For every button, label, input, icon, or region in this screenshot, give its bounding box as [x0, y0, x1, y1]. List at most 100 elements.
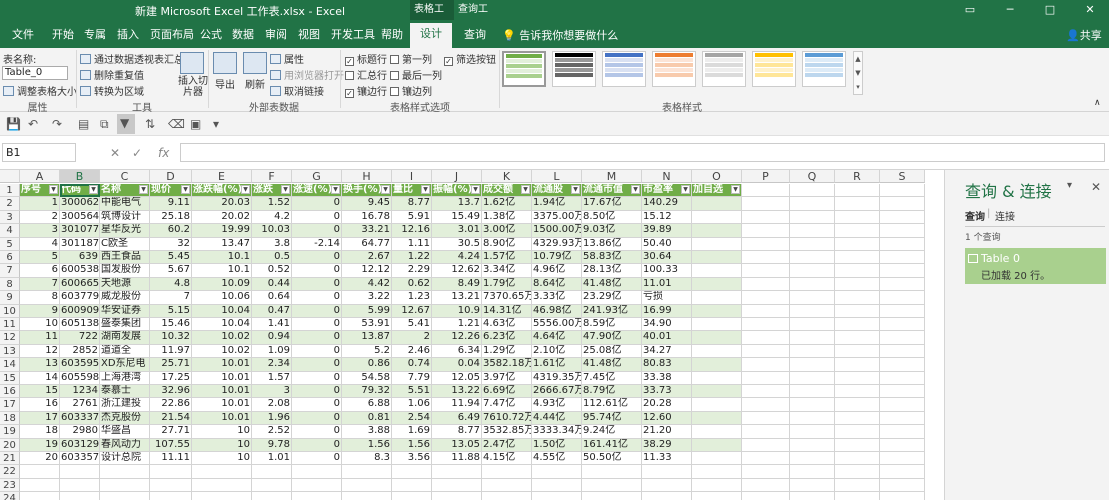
table-header-cell[interactable]: 振幅(%) ▼ — [432, 184, 482, 198]
table-cell[interactable]: 上海港湾 — [100, 371, 150, 385]
table-cell[interactable]: 46.98亿 — [532, 304, 582, 318]
table-cell[interactable]: 10.06 — [192, 291, 252, 305]
export-button[interactable]: 导出 — [215, 76, 235, 91]
empty-cell[interactable] — [392, 465, 432, 479]
table-cell[interactable]: 41.48亿 — [582, 358, 642, 372]
empty-cell[interactable] — [60, 478, 100, 493]
table-cell[interactable]: C欧圣 — [100, 237, 150, 251]
table-cell[interactable]: 0.04 — [432, 358, 482, 372]
table-cell[interactable]: 1.38亿 — [482, 210, 532, 225]
table-cell[interactable]: 34.90 — [642, 318, 692, 332]
filter-dropdown-icon[interactable]: ▼ — [571, 185, 580, 194]
empty-cell[interactable] — [292, 465, 342, 479]
tab-developer[interactable]: 开发工具 — [331, 26, 375, 44]
empty-cell[interactable] — [642, 478, 692, 493]
table-cell[interactable]: 639 — [60, 251, 100, 265]
filter-dropdown-icon[interactable]: ▼ — [471, 185, 480, 194]
empty-cell[interactable] — [880, 197, 925, 211]
banded-columns-checkbox[interactable]: 镶边列 — [390, 83, 432, 98]
table-cell[interactable]: 10.01 — [192, 385, 252, 399]
empty-cell[interactable] — [692, 492, 742, 500]
table-cell[interactable]: 140.29 — [642, 197, 692, 211]
table-cell[interactable]: 3 — [20, 224, 60, 238]
table-cell[interactable]: 300062 — [60, 197, 100, 211]
table-header-cell[interactable]: 加自选 ▼ — [692, 184, 742, 198]
table-cell[interactable]: 2.67 — [342, 251, 392, 265]
table-cell[interactable]: 5.2 — [342, 344, 392, 359]
empty-cell[interactable] — [880, 385, 925, 399]
table-cell[interactable]: 0 — [292, 371, 342, 385]
empty-cell[interactable] — [835, 318, 880, 332]
table-cell[interactable]: 0 — [292, 304, 342, 318]
table-cell[interactable]: 8.49 — [432, 277, 482, 292]
empty-cell[interactable] — [192, 492, 252, 500]
undo-icon[interactable]: ↶ — [28, 117, 38, 131]
table-cell[interactable]: 0 — [292, 331, 342, 345]
empty-cell[interactable] — [880, 264, 925, 278]
empty-cell[interactable] — [742, 251, 790, 265]
table-cell[interactable]: 15.12 — [642, 210, 692, 225]
table-cell[interactable]: 13.86亿 — [582, 237, 642, 251]
table-cell[interactable]: 2 — [20, 210, 60, 225]
table-cell[interactable]: 11.11 — [150, 452, 192, 466]
empty-cell[interactable] — [742, 184, 790, 198]
table-cell[interactable]: 2.46 — [392, 344, 432, 359]
column-header[interactable]: I — [392, 170, 432, 183]
row-header[interactable]: 12 — [0, 331, 20, 345]
table-cell[interactable]: 威龙股份 — [100, 291, 150, 305]
table-cell[interactable]: 23.29亿 — [582, 291, 642, 305]
filter-dropdown-icon[interactable]: ▼ — [381, 185, 390, 194]
empty-cell[interactable] — [150, 492, 192, 500]
column-header[interactable]: K — [482, 170, 532, 183]
empty-cell[interactable] — [880, 318, 925, 332]
table-cell[interactable]: 4.24 — [432, 251, 482, 265]
empty-cell[interactable] — [292, 478, 342, 493]
filter-dropdown-icon[interactable]: ▼ — [331, 185, 340, 194]
empty-cell[interactable] — [432, 492, 482, 500]
table-cell[interactable]: 4.96亿 — [532, 264, 582, 278]
table-cell[interactable]: 6 — [20, 264, 60, 278]
column-header[interactable]: L — [532, 170, 582, 183]
table-header-cell[interactable]: 代码 ▼ — [60, 184, 100, 198]
table-cell[interactable]: 25.71 — [150, 358, 192, 372]
table-header-cell[interactable]: 涨跌 ▼ — [252, 184, 292, 198]
empty-cell[interactable] — [342, 492, 392, 500]
table-cell[interactable]: 0 — [292, 291, 342, 305]
table-cell[interactable]: 8.90亿 — [482, 237, 532, 251]
empty-cell[interactable] — [742, 478, 790, 493]
table-cell[interactable]: 7.79 — [392, 371, 432, 385]
table-cell[interactable]: 3.8 — [252, 237, 292, 251]
empty-cell[interactable] — [880, 371, 925, 385]
table-cell[interactable]: 8.64亿 — [532, 277, 582, 292]
empty-cell[interactable] — [342, 478, 392, 493]
empty-cell[interactable] — [532, 492, 582, 500]
empty-cell[interactable] — [835, 237, 880, 251]
row-header[interactable]: 16 — [0, 385, 20, 399]
table-cell[interactable]: 西王食品 — [100, 251, 150, 265]
table-cell[interactable]: 13.05 — [432, 438, 482, 452]
banded-rows-checkbox[interactable]: ✓ 镶边行 — [345, 83, 387, 98]
tab-data[interactable]: 数据 — [232, 26, 254, 44]
table-header-cell[interactable]: 现价 ▼ — [150, 184, 192, 198]
table-cell[interactable]: 40.01 — [642, 331, 692, 345]
column-header[interactable]: E — [192, 170, 252, 183]
empty-cell[interactable] — [790, 385, 835, 399]
empty-cell[interactable] — [790, 344, 835, 359]
table-cell[interactable]: 54.58 — [342, 371, 392, 385]
table-header-cell[interactable]: 涨跌幅(%) ▼ — [192, 184, 252, 198]
table-cell[interactable]: 3.88 — [342, 425, 392, 439]
tab-connections[interactable]: 连接 — [995, 208, 1015, 223]
table-cell[interactable]: 13.21 — [432, 291, 482, 305]
empty-cell[interactable] — [880, 398, 925, 412]
table-cell[interactable]: 603129 — [60, 438, 100, 452]
table-cell[interactable]: 3.00亿 — [482, 224, 532, 238]
table-cell[interactable]: 8.59亿 — [582, 318, 642, 332]
column-header[interactable]: F — [252, 170, 292, 183]
empty-cell[interactable] — [742, 371, 790, 385]
empty-cell[interactable] — [790, 237, 835, 251]
table-cell[interactable]: 10.01 — [192, 398, 252, 412]
table-cell[interactable] — [692, 371, 742, 385]
table-cell[interactable]: 5.15 — [150, 304, 192, 318]
table-cell[interactable]: 100.33 — [642, 264, 692, 278]
table-cell[interactable]: 4.64亿 — [532, 331, 582, 345]
